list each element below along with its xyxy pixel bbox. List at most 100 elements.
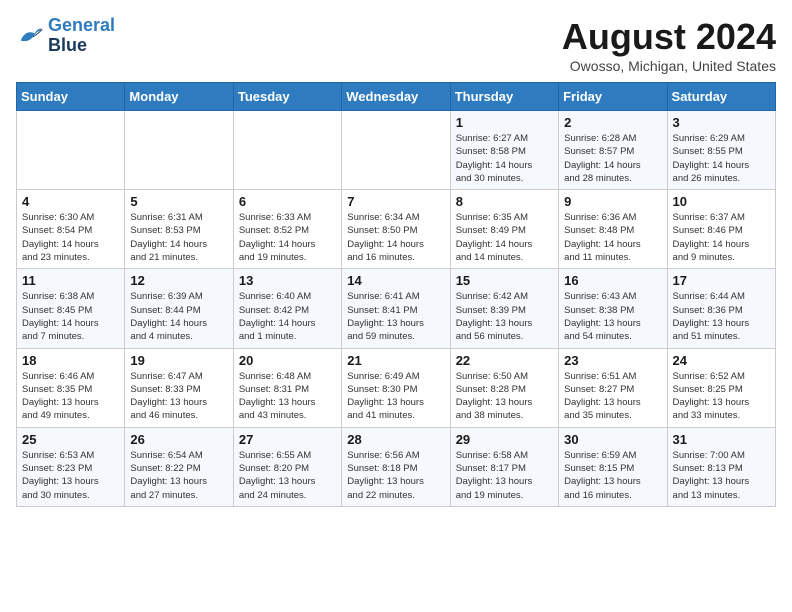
day-number: 7 (347, 194, 444, 209)
logo: General Blue (16, 16, 115, 56)
location: Owosso, Michigan, United States (562, 58, 776, 74)
day-number: 30 (564, 432, 661, 447)
day-number: 21 (347, 353, 444, 368)
day-number: 26 (130, 432, 227, 447)
day-number: 31 (673, 432, 770, 447)
day-info: Sunrise: 6:38 AM Sunset: 8:45 PM Dayligh… (22, 290, 119, 343)
day-info: Sunrise: 6:55 AM Sunset: 8:20 PM Dayligh… (239, 449, 336, 502)
logo-icon (16, 22, 44, 50)
day-number: 15 (456, 273, 553, 288)
calendar-cell: 21 Sunrise: 6:49 AM Sunset: 8:30 PM Dayli… (342, 348, 450, 427)
day-info: Sunrise: 6:51 AM Sunset: 8:27 PM Dayligh… (564, 370, 661, 423)
day-number: 5 (130, 194, 227, 209)
day-info: Sunrise: 6:30 AM Sunset: 8:54 PM Dayligh… (22, 211, 119, 264)
day-number: 13 (239, 273, 336, 288)
calendar-cell: 13 Sunrise: 6:40 AM Sunset: 8:42 PM Dayli… (233, 269, 341, 348)
day-info: Sunrise: 6:52 AM Sunset: 8:25 PM Dayligh… (673, 370, 770, 423)
day-info: Sunrise: 6:54 AM Sunset: 8:22 PM Dayligh… (130, 449, 227, 502)
calendar-cell: 1Sunrise: 6:27 AM Sunset: 8:58 PM Daylig… (450, 111, 558, 190)
calendar-cell: 5 Sunrise: 6:31 AM Sunset: 8:53 PM Daylig… (125, 190, 233, 269)
calendar-cell: 14 Sunrise: 6:41 AM Sunset: 8:41 PM Dayli… (342, 269, 450, 348)
day-info: Sunrise: 6:48 AM Sunset: 8:31 PM Dayligh… (239, 370, 336, 423)
day-number: 19 (130, 353, 227, 368)
day-info: Sunrise: 6:47 AM Sunset: 8:33 PM Dayligh… (130, 370, 227, 423)
day-number: 14 (347, 273, 444, 288)
day-number: 9 (564, 194, 661, 209)
day-info: Sunrise: 6:27 AM Sunset: 8:58 PM Dayligh… (456, 132, 553, 185)
calendar-cell: 19 Sunrise: 6:47 AM Sunset: 8:33 PM Dayli… (125, 348, 233, 427)
calendar-cell: 22 Sunrise: 6:50 AM Sunset: 8:28 PM Dayli… (450, 348, 558, 427)
calendar-cell (17, 111, 125, 190)
day-info: Sunrise: 6:40 AM Sunset: 8:42 PM Dayligh… (239, 290, 336, 343)
day-info: Sunrise: 6:34 AM Sunset: 8:50 PM Dayligh… (347, 211, 444, 264)
day-info: Sunrise: 6:53 AM Sunset: 8:23 PM Dayligh… (22, 449, 119, 502)
calendar-cell: 15Sunrise: 6:42 AM Sunset: 8:39 PM Dayli… (450, 269, 558, 348)
col-thursday: Thursday (450, 83, 558, 111)
day-number: 16 (564, 273, 661, 288)
day-number: 29 (456, 432, 553, 447)
calendar-cell: 27 Sunrise: 6:55 AM Sunset: 8:20 PM Dayli… (233, 427, 341, 506)
page-header: General Blue August 2024 Owosso, Michiga… (16, 16, 776, 74)
calendar-cell: 16Sunrise: 6:43 AM Sunset: 8:38 PM Dayli… (559, 269, 667, 348)
calendar-cell: 10 Sunrise: 6:37 AM Sunset: 8:46 PM Dayli… (667, 190, 775, 269)
day-number: 6 (239, 194, 336, 209)
day-number: 25 (22, 432, 119, 447)
calendar-cell: 7 Sunrise: 6:34 AM Sunset: 8:50 PM Daylig… (342, 190, 450, 269)
day-number: 11 (22, 273, 119, 288)
day-info: Sunrise: 6:29 AM Sunset: 8:55 PM Dayligh… (673, 132, 770, 185)
calendar-week-3: 11 Sunrise: 6:38 AM Sunset: 8:45 PM Dayli… (17, 269, 776, 348)
calendar-cell: 29 Sunrise: 6:58 AM Sunset: 8:17 PM Dayli… (450, 427, 558, 506)
calendar-cell: 11 Sunrise: 6:38 AM Sunset: 8:45 PM Dayli… (17, 269, 125, 348)
calendar-week-1: 1Sunrise: 6:27 AM Sunset: 8:58 PM Daylig… (17, 111, 776, 190)
calendar-cell (342, 111, 450, 190)
day-number: 10 (673, 194, 770, 209)
day-number: 22 (456, 353, 553, 368)
calendar-cell: 17 Sunrise: 6:44 AM Sunset: 8:36 PM Dayli… (667, 269, 775, 348)
day-info: Sunrise: 6:31 AM Sunset: 8:53 PM Dayligh… (130, 211, 227, 264)
calendar-cell: 9Sunrise: 6:36 AM Sunset: 8:48 PM Daylig… (559, 190, 667, 269)
day-number: 17 (673, 273, 770, 288)
logo-text: General Blue (48, 16, 115, 56)
calendar-cell: 30Sunrise: 6:59 AM Sunset: 8:15 PM Dayli… (559, 427, 667, 506)
calendar-cell (125, 111, 233, 190)
day-number: 27 (239, 432, 336, 447)
header-row: Sunday Monday Tuesday Wednesday Thursday… (17, 83, 776, 111)
month-title: August 2024 (562, 16, 776, 58)
calendar-cell: 20Sunrise: 6:48 AM Sunset: 8:31 PM Dayli… (233, 348, 341, 427)
day-info: Sunrise: 6:33 AM Sunset: 8:52 PM Dayligh… (239, 211, 336, 264)
calendar-week-5: 25 Sunrise: 6:53 AM Sunset: 8:23 PM Dayli… (17, 427, 776, 506)
day-number: 28 (347, 432, 444, 447)
logo-line2: Blue (48, 36, 115, 56)
calendar-cell: 12Sunrise: 6:39 AM Sunset: 8:44 PM Dayli… (125, 269, 233, 348)
day-info: Sunrise: 6:44 AM Sunset: 8:36 PM Dayligh… (673, 290, 770, 343)
col-wednesday: Wednesday (342, 83, 450, 111)
day-info: Sunrise: 6:37 AM Sunset: 8:46 PM Dayligh… (673, 211, 770, 264)
day-info: Sunrise: 6:28 AM Sunset: 8:57 PM Dayligh… (564, 132, 661, 185)
day-number: 4 (22, 194, 119, 209)
day-number: 24 (673, 353, 770, 368)
calendar-header: Sunday Monday Tuesday Wednesday Thursday… (17, 83, 776, 111)
calendar-cell: 25 Sunrise: 6:53 AM Sunset: 8:23 PM Dayli… (17, 427, 125, 506)
col-tuesday: Tuesday (233, 83, 341, 111)
calendar-cell: 18Sunrise: 6:46 AM Sunset: 8:35 PM Dayli… (17, 348, 125, 427)
calendar-cell: 28Sunrise: 6:56 AM Sunset: 8:18 PM Dayli… (342, 427, 450, 506)
day-number: 3 (673, 115, 770, 130)
day-number: 12 (130, 273, 227, 288)
day-number: 23 (564, 353, 661, 368)
logo-line1: General (48, 16, 115, 36)
calendar-body: 1Sunrise: 6:27 AM Sunset: 8:58 PM Daylig… (17, 111, 776, 507)
day-info: Sunrise: 6:58 AM Sunset: 8:17 PM Dayligh… (456, 449, 553, 502)
day-number: 8 (456, 194, 553, 209)
col-sunday: Sunday (17, 83, 125, 111)
calendar-cell: 3 Sunrise: 6:29 AM Sunset: 8:55 PM Daylig… (667, 111, 775, 190)
calendar-cell: 24 Sunrise: 6:52 AM Sunset: 8:25 PM Dayli… (667, 348, 775, 427)
col-monday: Monday (125, 83, 233, 111)
calendar-cell: 6 Sunrise: 6:33 AM Sunset: 8:52 PM Daylig… (233, 190, 341, 269)
day-info: Sunrise: 6:50 AM Sunset: 8:28 PM Dayligh… (456, 370, 553, 423)
calendar-cell: 4 Sunrise: 6:30 AM Sunset: 8:54 PM Daylig… (17, 190, 125, 269)
day-info: Sunrise: 6:41 AM Sunset: 8:41 PM Dayligh… (347, 290, 444, 343)
col-saturday: Saturday (667, 83, 775, 111)
day-info: Sunrise: 6:35 AM Sunset: 8:49 PM Dayligh… (456, 211, 553, 264)
day-info: Sunrise: 6:49 AM Sunset: 8:30 PM Dayligh… (347, 370, 444, 423)
calendar-cell (233, 111, 341, 190)
